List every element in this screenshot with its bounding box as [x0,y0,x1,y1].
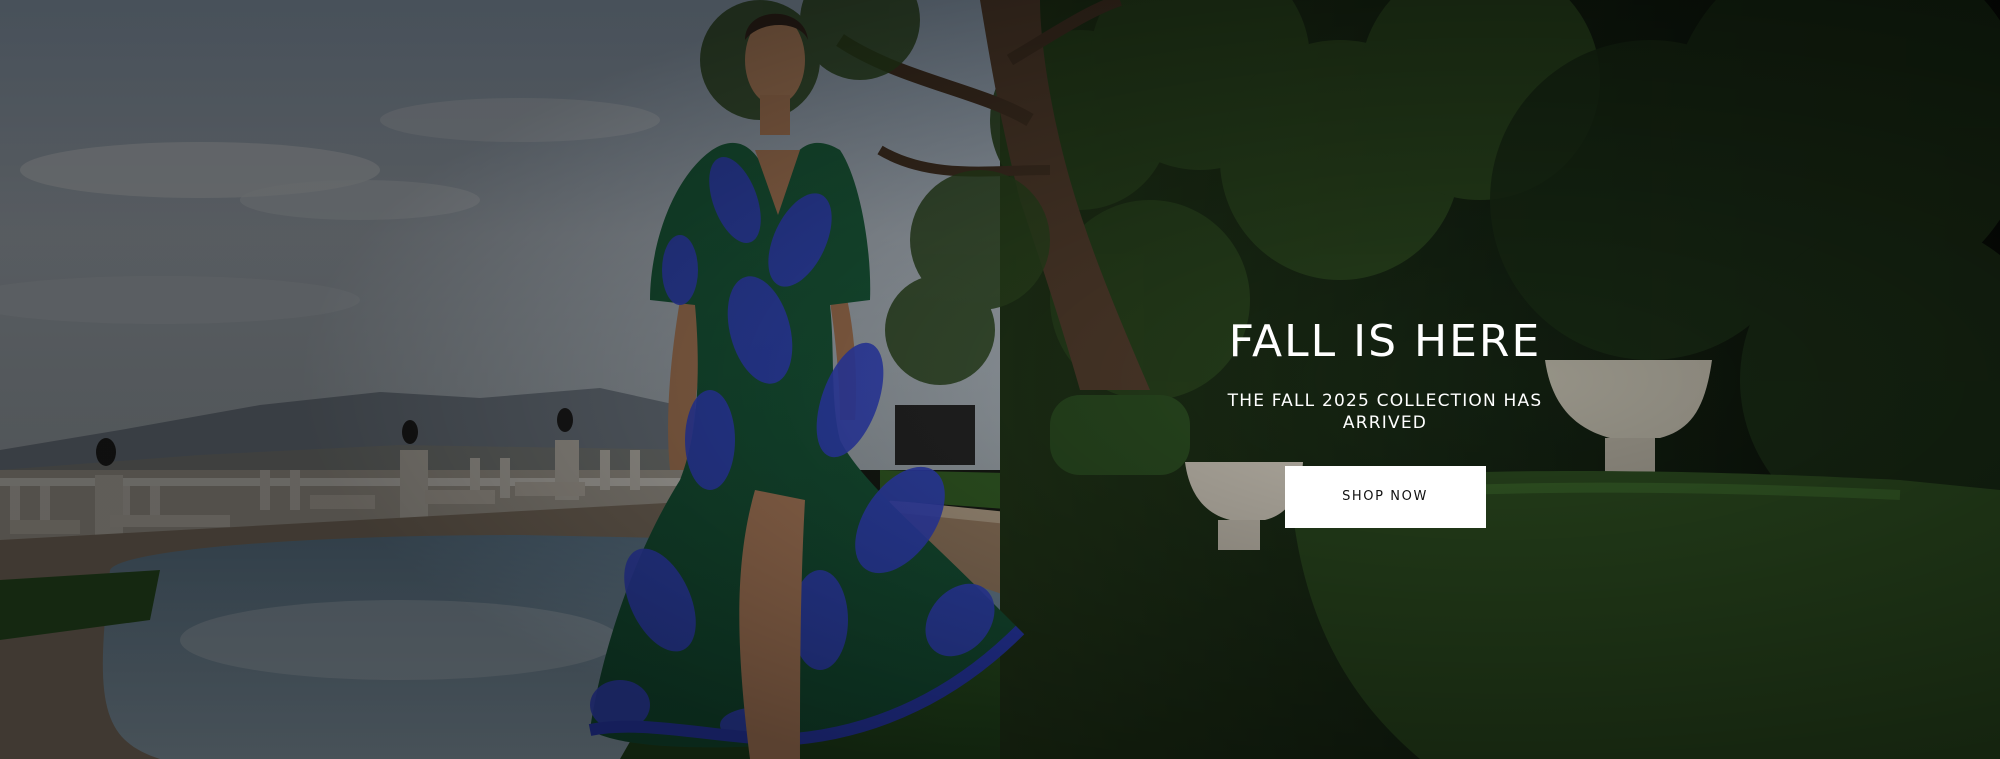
hero-subheadline: THE FALL 2025 COLLECTION HAS ARRIVED [1227,391,1543,433]
hero-content: FALL IS HERE THE FALL 2025 COLLECTION HA… [1190,316,1580,528]
hero-banner: FALL IS HERE THE FALL 2025 COLLECTION HA… [0,0,2000,759]
hero-headline: FALL IS HERE [1228,316,1542,367]
shop-now-button[interactable]: SHOP NOW [1284,466,1486,528]
hero-image[interactable] [0,0,2000,759]
